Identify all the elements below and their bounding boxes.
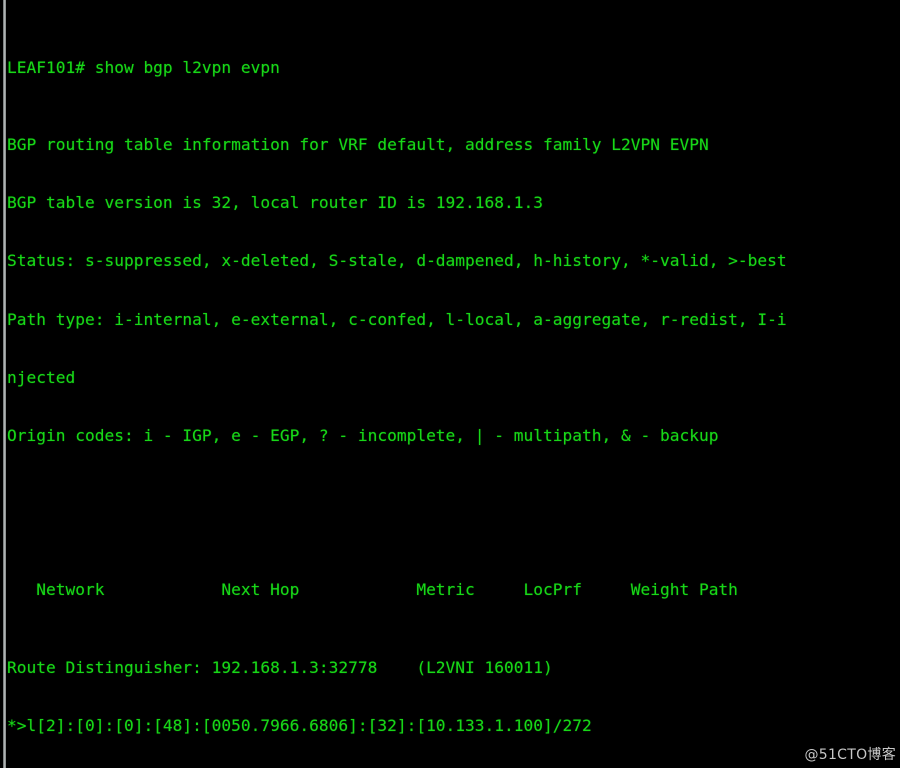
- bgp-path-type-legend-wrap: njected: [7, 367, 76, 387]
- prompt-line: LEAF101# show bgp l2vpn evpn: [7, 58, 280, 78]
- route-line: Route Distinguisher: 192.168.1.3:32778 (…: [7, 657, 553, 677]
- bgp-info-line-1: BGP routing table information for VRF de…: [7, 135, 709, 155]
- bgp-status-legend-line: Status: s-suppressed, x-deleted, S-stale…: [7, 251, 787, 271]
- terminal-screen[interactable]: LEAF101# show bgp l2vpn evpn BGP routing…: [7, 0, 900, 768]
- bgp-origin-codes-line: Origin codes: i - IGP, e - EGP, ? - inco…: [7, 425, 719, 445]
- window-left-edge: [3, 0, 6, 768]
- site-watermark: @51CTO博客: [804, 747, 896, 763]
- bgp-path-type-legend-line: Path type: i-internal, e-external, c-con…: [7, 309, 787, 329]
- bgp-info-line-2: BGP table version is 32, local router ID…: [7, 193, 544, 213]
- table-header-row: Network Next Hop Metric LocPrf Weight Pa…: [7, 580, 738, 600]
- terminal-window[interactable]: LEAF101# show bgp l2vpn evpn BGP routing…: [0, 0, 900, 768]
- route-line: *>l[2]:[0]:[0]:[48]:[0050.7966.6806]:[32…: [7, 715, 592, 735]
